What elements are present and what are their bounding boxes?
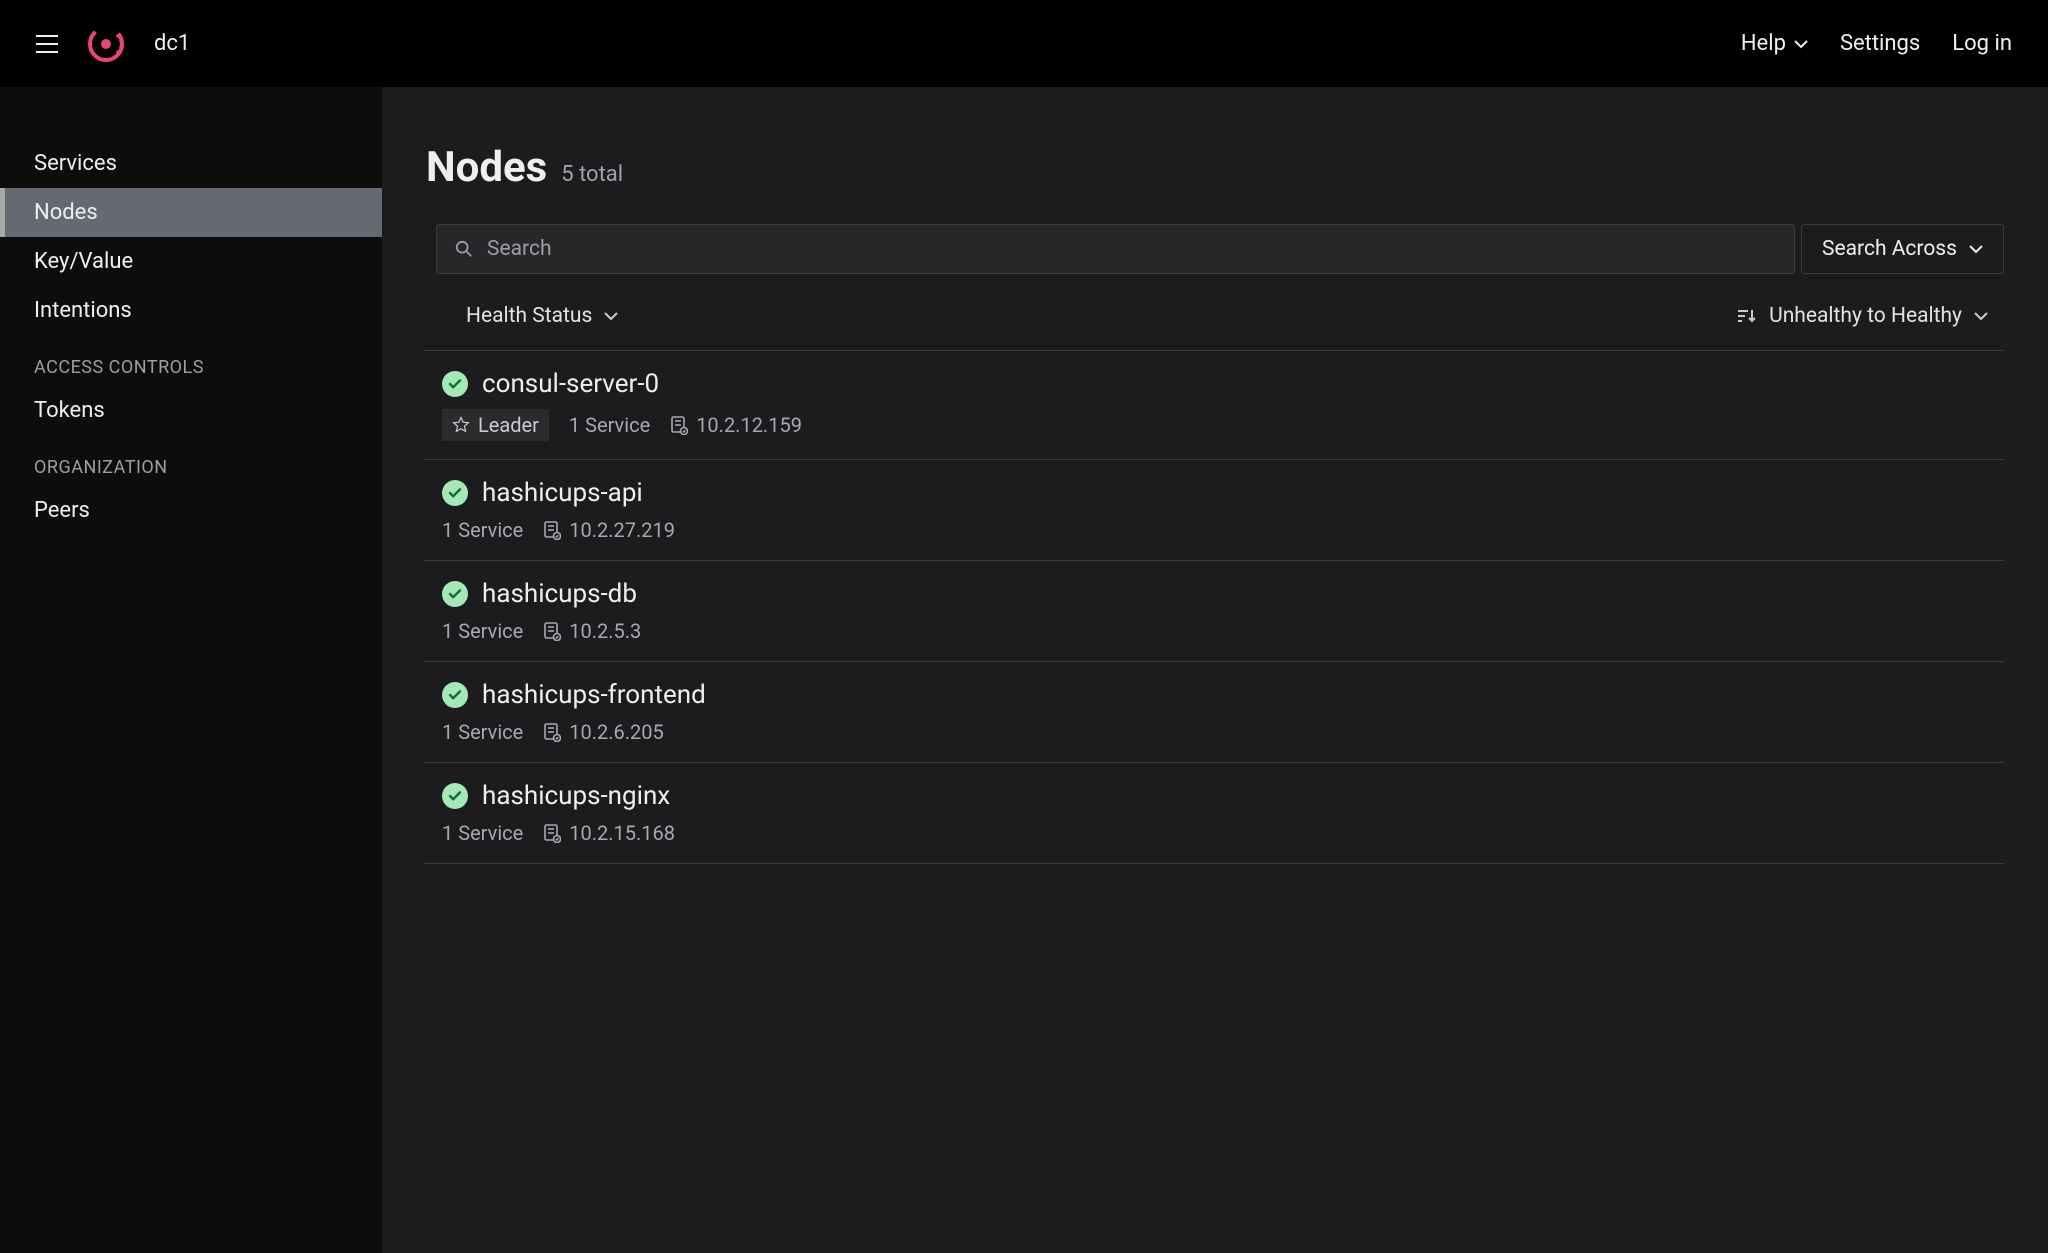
node-ip: 10.2.12.159: [670, 413, 802, 437]
login-link[interactable]: Log in: [1952, 31, 2012, 56]
menu-icon[interactable]: [36, 35, 58, 53]
sidebar-item-tokens[interactable]: Tokens: [0, 386, 382, 435]
check-icon: [448, 688, 462, 702]
node-name: consul-server-0: [482, 369, 659, 399]
help-menu[interactable]: Help: [1741, 31, 1808, 56]
node-list: consul-server-0 Leader 1 Service 10.2.12.15…: [424, 351, 2004, 864]
status-healthy-icon: [442, 480, 468, 506]
search-row: Search Across: [436, 224, 2004, 274]
node-ip: 10.2.5.3: [543, 619, 641, 643]
sidebar-item-nodes[interactable]: Nodes: [0, 188, 382, 237]
chevron-down-icon: [1969, 244, 1983, 254]
network-icon: [543, 823, 561, 843]
search-input[interactable]: [487, 237, 1776, 261]
check-icon: [448, 789, 462, 803]
star-icon: [452, 416, 470, 434]
node-row[interactable]: consul-server-0 Leader 1 Service 10.2.12.15…: [424, 351, 2004, 460]
top-bar: dc1 Help Settings Log in: [0, 0, 2048, 87]
search-across-dropdown[interactable]: Search Across: [1801, 224, 2004, 274]
leader-label: Leader: [478, 413, 539, 437]
node-meta: 1 Service 10.2.6.205: [442, 720, 1984, 744]
health-status-label: Health Status: [466, 304, 592, 328]
node-head: hashicups-api: [442, 478, 1984, 508]
sidebar-item-services[interactable]: Services: [0, 139, 382, 188]
organization-heading: ORGANIZATION: [0, 435, 382, 486]
sidebar: ServicesNodesKey/ValueIntentions ACCESS …: [0, 87, 382, 1253]
page-title: Nodes: [426, 143, 547, 192]
main-content: Nodes 5 total Search Across Health Statu…: [382, 87, 2048, 1253]
status-healthy-icon: [442, 371, 468, 397]
network-icon: [670, 415, 688, 435]
chevron-down-icon: [1794, 39, 1808, 49]
filter-row: Health Status Unhealthy to Healthy: [424, 292, 2004, 351]
status-healthy-icon: [442, 581, 468, 607]
check-icon: [448, 486, 462, 500]
search-across-label: Search Across: [1822, 237, 1957, 261]
datacenter-name[interactable]: dc1: [154, 31, 190, 56]
content-area: ServicesNodesKey/ValueIntentions ACCESS …: [0, 87, 2048, 1253]
node-row[interactable]: hashicups-nginx 1 Service 10.2.15.168: [424, 763, 2004, 864]
search-box[interactable]: [436, 224, 1795, 274]
check-icon: [448, 587, 462, 601]
service-count: 1 Service: [569, 413, 650, 437]
node-ip: 10.2.27.219: [543, 518, 675, 542]
top-bar-left: dc1: [36, 24, 190, 64]
status-healthy-icon: [442, 682, 468, 708]
service-count: 1 Service: [442, 619, 523, 643]
chevron-down-icon: [604, 311, 618, 321]
page-subtitle: 5 total: [561, 162, 623, 187]
help-label: Help: [1741, 31, 1786, 56]
node-meta: 1 Service 10.2.27.219: [442, 518, 1984, 542]
search-icon: [455, 240, 473, 258]
node-row[interactable]: hashicups-api 1 Service 10.2.27.219: [424, 460, 2004, 561]
sort-label: Unhealthy to Healthy: [1769, 304, 1962, 328]
sidebar-item-intentions[interactable]: Intentions: [0, 286, 382, 335]
node-meta: 1 Service 10.2.5.3: [442, 619, 1984, 643]
sort-icon: [1737, 308, 1757, 324]
node-head: hashicups-db: [442, 579, 1984, 609]
node-row[interactable]: hashicups-db 1 Service 10.2.5.3: [424, 561, 2004, 662]
top-bar-right: Help Settings Log in: [1741, 31, 2012, 56]
service-count: 1 Service: [442, 518, 523, 542]
node-name: hashicups-nginx: [482, 781, 670, 811]
node-name: hashicups-api: [482, 478, 643, 508]
node-head: hashicups-nginx: [442, 781, 1984, 811]
chevron-down-icon: [1974, 311, 1988, 321]
node-head: hashicups-frontend: [442, 680, 1984, 710]
access-controls-heading: ACCESS CONTROLS: [0, 335, 382, 386]
service-count: 1 Service: [442, 720, 523, 744]
node-head: consul-server-0: [442, 369, 1984, 399]
health-status-filter[interactable]: Health Status: [466, 304, 618, 328]
status-healthy-icon: [442, 783, 468, 809]
sidebar-item-peers[interactable]: Peers: [0, 486, 382, 535]
leader-badge: Leader: [442, 409, 549, 441]
node-ip: 10.2.6.205: [543, 720, 664, 744]
node-row[interactable]: hashicups-frontend 1 Service 10.2.6.205: [424, 662, 2004, 763]
sort-dropdown[interactable]: Unhealthy to Healthy: [1737, 304, 1988, 328]
sidebar-item-key-value[interactable]: Key/Value: [0, 237, 382, 286]
node-name: hashicups-db: [482, 579, 637, 609]
node-meta: 1 Service 10.2.15.168: [442, 821, 1984, 845]
network-icon: [543, 520, 561, 540]
node-ip: 10.2.15.168: [543, 821, 675, 845]
consul-logo-icon: [86, 24, 126, 64]
page-header: Nodes 5 total: [426, 143, 2004, 192]
network-icon: [543, 722, 561, 742]
settings-link[interactable]: Settings: [1840, 31, 1920, 56]
service-count: 1 Service: [442, 821, 523, 845]
check-icon: [448, 377, 462, 391]
network-icon: [543, 621, 561, 641]
node-meta: Leader 1 Service 10.2.12.159: [442, 409, 1984, 441]
node-name: hashicups-frontend: [482, 680, 706, 710]
